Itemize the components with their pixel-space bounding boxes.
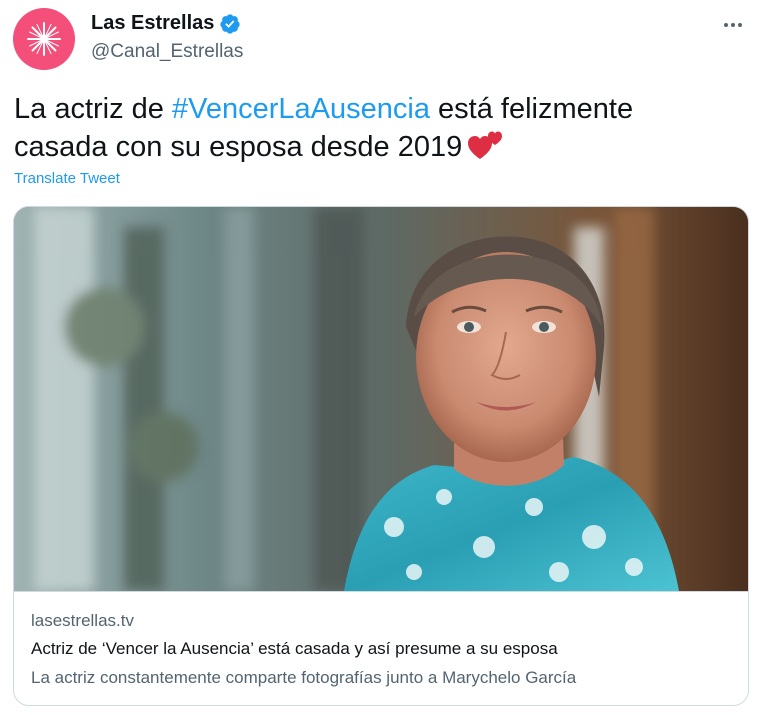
tweet: Las Estrellas @Canal_Estrellas La actriz…	[0, 0, 768, 715]
more-dot-icon	[724, 23, 728, 27]
more-dot-icon	[731, 23, 735, 27]
more-options-button[interactable]	[718, 10, 748, 40]
tweet-text-before: La actriz de	[14, 93, 172, 125]
card-description[interactable]: La actriz constantemente comparte fotogr…	[31, 668, 576, 688]
hashtag-link[interactable]: #VencerLaAusencia	[172, 93, 430, 125]
author-name[interactable]: Las Estrellas	[91, 12, 214, 35]
verified-badge-icon	[220, 13, 241, 34]
more-dot-icon	[738, 23, 742, 27]
card-image[interactable]	[14, 207, 748, 591]
tweet-text: La actriz de #VencerLaAusencia está feli…	[14, 90, 734, 166]
author-name-row[interactable]: Las Estrellas	[91, 12, 241, 35]
avatar[interactable]	[13, 8, 75, 70]
link-card[interactable]: lasestrellas.tv Actriz de ‘Vencer la Aus…	[13, 206, 749, 706]
card-photo	[14, 207, 748, 591]
card-domain[interactable]: lasestrellas.tv	[31, 611, 134, 631]
author-handle[interactable]: @Canal_Estrellas	[91, 41, 243, 63]
card-title[interactable]: Actriz de ‘Vencer la Ausencia’ está casa…	[31, 639, 558, 659]
translate-tweet-link[interactable]: Translate Tweet	[14, 170, 120, 187]
two-hearts-icon	[468, 131, 503, 159]
star-logo-icon	[27, 22, 61, 56]
card-divider	[14, 591, 748, 592]
